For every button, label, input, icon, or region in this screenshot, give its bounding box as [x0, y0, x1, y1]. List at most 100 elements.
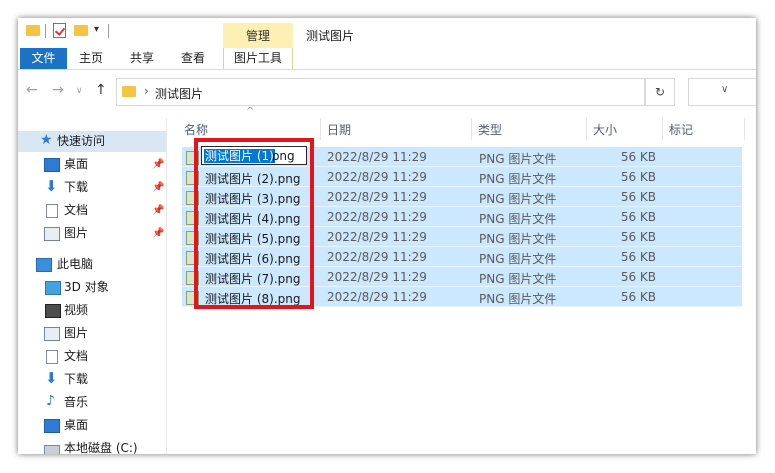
column-divider[interactable]: [320, 118, 321, 140]
sort-ascending-icon: ^: [246, 106, 255, 117]
column-divider[interactable]: [471, 118, 472, 140]
sidebar-item-desktop[interactable]: 桌面 📌: [18, 154, 166, 175]
sidebar-item-this-pc[interactable]: 此电脑: [18, 254, 166, 275]
new-folder-icon[interactable]: [74, 25, 88, 36]
file-type: PNG 图片文件: [479, 152, 557, 166]
column-header-tags[interactable]: 标记: [669, 121, 693, 138]
download-icon: ⬇: [45, 177, 58, 195]
file-date: 2022/8/29 11:29: [327, 150, 427, 164]
file-date: 2022/8/29 11:29: [327, 170, 427, 184]
sidebar-item-documents[interactable]: 文档 📌: [18, 200, 166, 221]
column-header-date[interactable]: 日期: [327, 121, 351, 138]
column-divider[interactable]: [744, 118, 745, 140]
sidebar-item-local-disk[interactable]: 本地磁盘 (C:): [18, 438, 166, 454]
sidebar-item-music[interactable]: ♪ 音乐: [18, 392, 166, 413]
sidebar-item-quick-access[interactable]: ★ 快速访问: [18, 131, 166, 152]
toolbar-divider: [45, 24, 46, 38]
tab-share[interactable]: 共享: [125, 48, 159, 69]
file-date: 2022/8/29 11:29: [327, 230, 427, 244]
address-bar[interactable]: › 测试图片 ∨: [116, 78, 728, 106]
file-date: 2022/8/29 11:29: [327, 250, 427, 264]
navigation-pane: ★ 快速访问 桌面 📌 ⬇ 下载 📌 文档 📌 图片 📌 此电脑 3D 对象 视…: [18, 118, 166, 454]
file-type: PNG 图片文件: [479, 172, 557, 186]
sidebar-item-label: 文档: [64, 203, 89, 217]
ribbon-divider: [18, 69, 756, 70]
file-type: PNG 图片文件: [479, 232, 557, 246]
column-header-name[interactable]: 名称: [184, 121, 208, 138]
file-type: PNG 图片文件: [479, 252, 557, 266]
document-icon: [46, 350, 58, 364]
desktop-icon: [44, 158, 60, 172]
sidebar-item-label: 此电脑: [57, 257, 94, 271]
file-date: 2022/8/29 11:29: [327, 270, 427, 284]
sidebar-item-label: 下载: [64, 372, 89, 386]
forward-arrow-icon[interactable]: →: [52, 82, 64, 98]
sidebar-item-label: 桌面: [64, 157, 89, 171]
sidebar-item-label: 下载: [64, 180, 89, 194]
file-size: 56 KB: [620, 170, 656, 184]
pin-icon[interactable]: 📌: [152, 177, 164, 198]
file-size: 56 KB: [620, 250, 656, 264]
breadcrumb-current-folder[interactable]: 测试图片: [155, 85, 203, 102]
column-header-type[interactable]: 类型: [478, 121, 502, 138]
tab-home[interactable]: 主页: [74, 48, 108, 69]
pin-icon[interactable]: 📌: [152, 223, 164, 244]
folder-icon[interactable]: [26, 25, 40, 36]
pane-divider[interactable]: [166, 118, 167, 454]
file-date: 2022/8/29 11:29: [327, 210, 427, 224]
toolbar-divider: [108, 24, 109, 38]
sidebar-item-label: 桌面: [64, 418, 89, 432]
file-size: 56 KB: [620, 290, 656, 304]
sidebar-item-pictures-pc[interactable]: 图片: [18, 323, 166, 344]
video-icon: [45, 304, 61, 318]
sidebar-item-documents-pc[interactable]: 文档: [18, 346, 166, 367]
file-size: 56 KB: [620, 150, 656, 164]
file-size: 56 KB: [620, 230, 656, 244]
back-arrow-icon[interactable]: ←: [26, 82, 38, 98]
file-type: PNG 图片文件: [479, 212, 557, 226]
customize-toolbar-icon[interactable]: ▾: [94, 24, 99, 35]
file-size: 56 KB: [620, 190, 656, 204]
breadcrumb-chevron[interactable]: ›: [144, 84, 149, 98]
up-arrow-icon[interactable]: ↑: [95, 82, 107, 98]
star-icon: ★: [40, 132, 53, 148]
music-icon: ♪: [46, 393, 55, 409]
pictures-icon: [44, 327, 60, 341]
sidebar-item-3d-objects[interactable]: 3D 对象: [18, 277, 166, 298]
column-divider[interactable]: [586, 118, 587, 140]
tab-file[interactable]: 文件: [20, 48, 67, 69]
tab-manage[interactable]: 管理: [223, 27, 293, 44]
file-explorer-window: ▾ 管理 测试图片 文件 主页 共享 查看 图片工具 ← → ∨ ↑ › 测试图…: [18, 18, 756, 454]
tab-view[interactable]: 查看: [176, 48, 210, 69]
sidebar-item-downloads-pc[interactable]: ⬇ 下载: [18, 369, 166, 390]
file-date: 2022/8/29 11:29: [327, 290, 427, 304]
recent-locations-icon[interactable]: ∨: [76, 86, 83, 96]
properties-icon[interactable]: [53, 23, 66, 38]
column-header-row: ^ 名称 日期 类型 大小 标记: [167, 106, 747, 140]
file-type: PNG 图片文件: [479, 192, 557, 206]
sidebar-item-videos[interactable]: 视频: [18, 300, 166, 321]
refresh-icon[interactable]: ↻: [645, 78, 675, 106]
pin-icon[interactable]: 📌: [152, 154, 164, 175]
file-date: 2022/8/29 11:29: [327, 190, 427, 204]
sidebar-item-label: 本地磁盘 (C:): [64, 441, 138, 454]
sidebar-item-downloads[interactable]: ⬇ 下载 📌: [18, 177, 166, 198]
pictures-icon: [44, 227, 60, 241]
sidebar-item-label: 文档: [64, 349, 89, 363]
sidebar-item-label: 音乐: [64, 395, 89, 409]
file-size: 56 KB: [620, 270, 656, 284]
download-icon: ⬇: [45, 369, 58, 387]
document-icon: [46, 204, 58, 218]
ribbon-tabs: 文件 主页 共享 查看 图片工具: [18, 48, 756, 69]
sidebar-item-desktop-pc[interactable]: 桌面: [18, 415, 166, 436]
sidebar-item-label: 视频: [64, 303, 89, 317]
sidebar-item-pictures[interactable]: 图片 📌: [18, 223, 166, 244]
search-input[interactable]: [688, 78, 756, 106]
3d-objects-icon: [45, 281, 61, 295]
tab-picture-tools[interactable]: 图片工具: [223, 48, 293, 69]
sidebar-item-label: 快速访问: [57, 134, 106, 148]
column-divider[interactable]: [662, 118, 663, 140]
title-bar: ▾ 管理 测试图片: [18, 18, 756, 68]
pin-icon[interactable]: 📌: [152, 200, 164, 221]
column-header-size[interactable]: 大小: [593, 121, 617, 138]
